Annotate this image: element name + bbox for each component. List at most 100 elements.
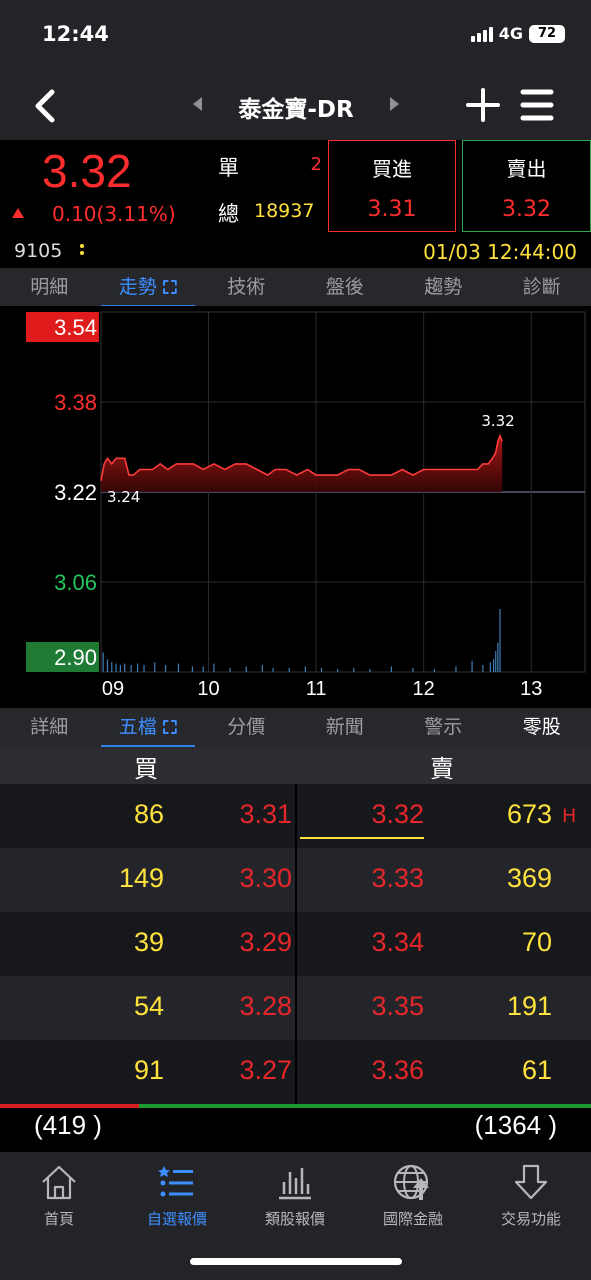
status-time: 12:44 xyxy=(42,22,109,46)
top-tab-label: 診斷 xyxy=(522,276,561,298)
total-ask-volume: (1364 ) xyxy=(474,1110,557,1140)
sell-button[interactable]: 賣出 3.32 xyxy=(462,140,591,232)
bid-quantity: 39 xyxy=(133,927,164,957)
bottom-tab-1[interactable]: 五檔 xyxy=(99,708,198,748)
bid-price: 3.30 xyxy=(239,863,292,893)
next-stock-button[interactable] xyxy=(388,94,402,114)
y-axis-label: 3.54 xyxy=(54,315,97,340)
bottom-tab-label: 五檔 xyxy=(118,716,157,738)
nav-watchlist[interactable]: 自選報價 xyxy=(118,1162,236,1229)
intraday-chart-svg[interactable]: 3.54 3.38 3.22 3.06 2.9009 10 11 12 13 3.32 3.24 xyxy=(0,306,591,708)
nav-sector[interactable]: 類股報價 xyxy=(236,1162,354,1229)
price-change: 0.10(3.11%) xyxy=(52,202,176,226)
order-book-row[interactable]: 86 3.31 3.32 673 H xyxy=(0,784,591,848)
globe-icon xyxy=(393,1164,429,1200)
order-book-row[interactable]: 149 3.30 3.33 369 xyxy=(0,848,591,912)
more-dots-icon[interactable] xyxy=(80,244,84,260)
bar-chart-icon xyxy=(279,1168,311,1200)
menu-button[interactable] xyxy=(520,86,554,124)
last-price: 3.32 xyxy=(42,145,132,197)
bid-quantity: 149 xyxy=(118,863,164,893)
bottom-tab-4[interactable]: 警示 xyxy=(394,708,493,748)
x-axis-label: 11 xyxy=(306,678,327,700)
y-axis-label: 2.90 xyxy=(54,645,97,670)
ask-quantity: 61 xyxy=(521,1055,552,1085)
watchlist-icon xyxy=(158,1166,193,1197)
order-book-row[interactable]: 54 3.28 3.35 191 xyxy=(0,976,591,1040)
top-tab-2[interactable]: 技術 xyxy=(197,268,296,308)
bid-price: 3.29 xyxy=(239,927,292,957)
buy-label: 買進 xyxy=(372,157,412,181)
bid-ask-ratio-bar xyxy=(0,1104,591,1108)
intraday-chart: 3.54 3.38 3.22 3.06 2.90 09 10 11 12 13 3.32 3.24 xyxy=(0,306,591,708)
home-icon xyxy=(42,1165,76,1200)
bottom-tab-3[interactable]: 新聞 xyxy=(296,708,395,748)
bid-ratio-fill xyxy=(0,1104,139,1108)
stock-code: 9105 xyxy=(14,240,63,262)
nav-trade-label: 交易功能 xyxy=(500,1210,561,1228)
previous-stock-button[interactable] xyxy=(190,94,204,114)
x-axis-label: 12 xyxy=(413,678,435,700)
ask-price: 3.34 xyxy=(371,927,424,957)
bottom-tab-label: 詳細 xyxy=(30,716,69,738)
x-axis-label: 09 xyxy=(102,678,124,700)
ask-ratio-fill xyxy=(138,1104,591,1108)
single-volume-label: 單 xyxy=(218,156,239,180)
top-tab-label: 盤後 xyxy=(325,276,364,298)
sell-price: 3.32 xyxy=(502,197,551,222)
trade-arrow-icon xyxy=(514,1164,548,1200)
navigation-bar: 泰金寶-DR xyxy=(0,70,591,140)
nav-trade[interactable]: 交易功能 xyxy=(472,1162,590,1229)
nav-home[interactable]: 首頁 xyxy=(0,1162,118,1229)
top-tab-label: 明細 xyxy=(30,276,69,298)
order-book-row[interactable]: 39 3.29 3.34 70 xyxy=(0,912,591,976)
sell-label: 賣出 xyxy=(506,157,547,181)
low-annotation: 3.24 xyxy=(107,488,140,506)
bottom-tab-0[interactable]: 詳細 xyxy=(0,708,99,748)
ask-price: 3.33 xyxy=(371,863,424,893)
ask-quantity: 673 xyxy=(506,799,552,829)
top-tab-3[interactable]: 盤後 xyxy=(296,268,395,308)
current-price-underline xyxy=(300,837,424,839)
top-tab-5[interactable]: 診斷 xyxy=(493,268,591,308)
bid-price: 3.31 xyxy=(239,799,292,829)
bottom-tab-2[interactable]: 分價 xyxy=(197,708,296,748)
status-indicators: 4G 72 xyxy=(470,24,565,43)
detail-tabs: 詳細 五檔 分價 新聞 警示 零股 xyxy=(0,708,591,748)
stock-title[interactable]: 泰金寶-DR xyxy=(210,90,382,124)
high-annotation: 3.32 xyxy=(481,412,514,430)
ask-quantity: 369 xyxy=(506,863,552,893)
bottom-tab-5[interactable]: 零股 xyxy=(493,708,591,748)
nav-watchlist-label: 自選報價 xyxy=(146,1210,207,1228)
quote-datetime: 01/03 12:44:00 xyxy=(423,240,577,264)
chart-tabs: 明細 走勢 技術 盤後 趨勢 診斷 xyxy=(0,268,591,308)
quote-panel: 3.32 0.10(3.11%) 單 2 總 18937 買進 3.31 賣出 … xyxy=(0,140,591,268)
add-to-watchlist-button[interactable] xyxy=(464,86,502,124)
expand-icon[interactable] xyxy=(162,280,177,294)
back-button[interactable] xyxy=(30,86,66,126)
total-volume: 18937 xyxy=(254,200,315,222)
order-book-header: 買 賣 xyxy=(0,747,591,784)
home-indicator xyxy=(190,1258,402,1265)
bid-price: 3.27 xyxy=(239,1055,292,1085)
bid-price: 3.28 xyxy=(239,991,292,1021)
nav-international[interactable]: 國際金融 xyxy=(354,1162,472,1229)
top-tab-0[interactable]: 明細 xyxy=(0,268,99,308)
bid-quantity: 86 xyxy=(133,799,164,829)
ask-price: 3.35 xyxy=(371,991,424,1021)
buy-button[interactable]: 買進 3.31 xyxy=(328,140,456,232)
expand-icon[interactable] xyxy=(162,720,177,734)
y-axis-label: 3.06 xyxy=(54,570,97,595)
bottom-tab-label: 分價 xyxy=(227,716,266,738)
top-tab-4[interactable]: 趨勢 xyxy=(394,268,493,308)
order-book-row[interactable]: 91 3.27 3.36 61 xyxy=(0,1040,591,1104)
bid-quantity: 54 xyxy=(133,991,164,1021)
top-tab-1[interactable]: 走勢 xyxy=(99,268,198,308)
up-arrow-icon xyxy=(12,208,24,218)
battery-icon: 72 xyxy=(529,24,565,43)
total-bid-volume: (419 ) xyxy=(34,1110,102,1140)
order-book: 86 3.31 3.32 673 H 149 3.30 3.33 369 39 3.29 3.34 70… xyxy=(0,784,591,1104)
bottom-tab-label: 新聞 xyxy=(325,716,364,738)
nav-home-label: 首頁 xyxy=(43,1210,74,1228)
top-tab-label: 趨勢 xyxy=(424,276,463,298)
